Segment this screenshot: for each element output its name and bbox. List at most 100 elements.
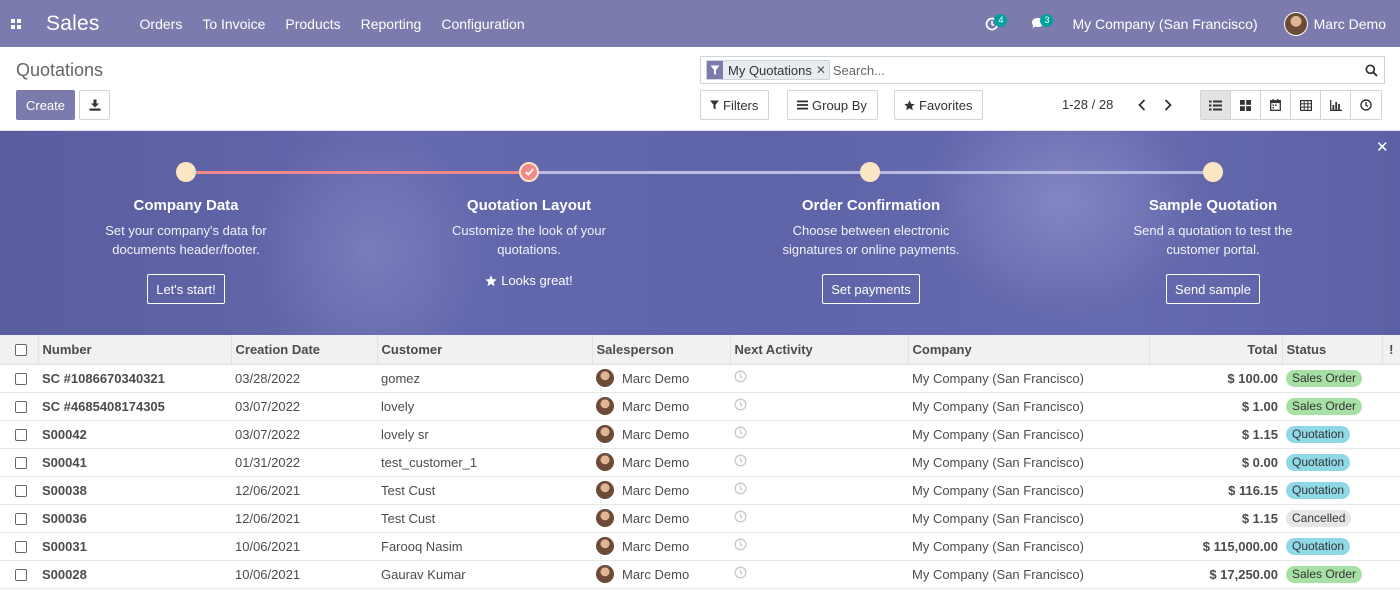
salesperson-name: Marc Demo [622,454,690,470]
row-checkbox[interactable] [15,541,27,554]
cell-company: My Company (San Francisco) [908,392,1149,421]
column-customer[interactable]: Customer [377,335,593,365]
table-row[interactable]: SC #4685408174305 03/07/2022 lovely Marc De… [0,392,1400,421]
cell-total: $ 100.00 [1149,364,1282,393]
row-select-cell [0,392,38,421]
search-input[interactable] [829,58,1358,82]
pager-previous-button[interactable] [1132,94,1152,116]
menu-products[interactable]: Products [275,0,350,47]
clock-icon[interactable] [734,398,747,411]
favorites-button[interactable]: Favorites [894,90,984,120]
pager-next-button[interactable] [1158,94,1178,116]
step-desc-line: quotations. [497,242,561,257]
optional-columns-toggle[interactable]: ! [1382,335,1400,365]
row-checkbox[interactable] [15,429,27,442]
filters-button[interactable]: Filters [700,90,770,120]
control-panel: Quotations Create My Quotations ✕ Filter… [0,47,1400,131]
facet-remove-icon[interactable]: ✕ [816,63,829,77]
cell-customer: Farooq Nasim [377,532,592,561]
column-salesperson[interactable]: Salesperson [592,335,731,365]
clock-icon[interactable] [734,510,747,523]
export-button[interactable] [79,90,110,120]
column-creation-date[interactable]: Creation Date [231,335,378,365]
set-payments-button[interactable]: Set payments [822,274,920,304]
select-all-checkbox[interactable] [14,344,27,357]
table-row[interactable]: S00036 12/06/2021 Test Cust Marc Demo My Com… [0,504,1400,533]
step-sample-quotation: Sample Quotation Send a quotation to tes… [1073,197,1353,304]
menu-reporting[interactable]: Reporting [351,0,432,47]
clock-icon[interactable] [734,482,747,495]
page-title: Quotations [16,60,104,80]
cell-total: $ 1.00 [1149,392,1282,421]
close-icon[interactable]: ✕ [1376,138,1389,156]
messaging-menu[interactable]: 3 [1026,0,1054,47]
row-select-cell [0,504,38,533]
filter-icon [710,100,719,110]
user-menu[interactable]: Marc Demo [1283,11,1386,36]
cell-salesperson: Marc Demo [592,532,730,561]
cell-total: $ 0.00 [1149,448,1282,477]
salesperson-name: Marc Demo [622,370,690,386]
column-next-activity[interactable]: Next Activity [730,335,909,365]
table-row[interactable]: S00042 03/07/2022 lovely sr Marc Demo My Com… [0,420,1400,449]
cell-salesperson: Marc Demo [592,448,730,477]
column-number[interactable]: Number [38,335,232,365]
step-desc-line: signatures or online payments. [782,242,960,257]
menu-orders[interactable]: Orders [130,0,193,47]
pager-value[interactable]: 1-28 / 28 [1062,97,1113,112]
cell-status: Quotation [1282,420,1382,449]
cell-number: S00028 [38,560,231,589]
row-checkbox[interactable] [15,457,27,470]
table-row[interactable]: S00041 01/31/2022 test_customer_1 Marc Demo… [0,448,1400,477]
menu-to-invoice[interactable]: To Invoice [192,0,275,47]
row-checkbox[interactable] [15,513,27,526]
cell-number: S00041 [38,448,231,477]
search-icon[interactable] [1358,57,1384,83]
pivot-view-button[interactable] [1291,91,1321,119]
cell-creation-date: 12/06/2021 [231,476,377,505]
row-checkbox[interactable] [15,485,27,498]
row-checkbox[interactable] [15,401,27,414]
kanban-view-button[interactable] [1231,91,1261,119]
row-select-cell [0,448,38,477]
salesperson-name: Marc Demo [622,510,690,526]
cell-status: Cancelled [1282,504,1382,533]
clock-icon[interactable] [734,538,747,551]
clock-icon[interactable] [734,370,747,383]
table-row[interactable]: S00028 10/06/2021 Gaurav Kumar Marc Demo My … [0,560,1400,589]
menu-configuration[interactable]: Configuration [431,0,534,47]
cell-total: $ 1.15 [1149,504,1282,533]
app-brand[interactable]: Sales [46,12,100,36]
cell-customer: lovely [377,392,592,421]
table-row[interactable]: S00038 12/06/2021 Test Cust Marc Demo My Com… [0,476,1400,505]
activity-view-button[interactable] [1351,91,1381,119]
list-view-button[interactable] [1201,91,1231,119]
step-done-status: Looks great! [389,273,669,288]
create-button[interactable]: Create [16,90,75,120]
column-total[interactable]: Total [1149,335,1283,365]
view-switcher [1200,90,1382,120]
cell-creation-date: 12/06/2021 [231,504,377,533]
table-body: SC #1086670340321 03/28/2022 gomez Marc Dem… [0,364,1400,589]
group-by-button[interactable]: Group By [787,90,878,120]
company-switcher[interactable]: My Company (San Francisco) [1072,16,1257,32]
column-status[interactable]: Status [1282,335,1383,365]
table-row[interactable]: SC #1086670340321 03/28/2022 gomez Marc Dem… [0,364,1400,393]
salesperson-name: Marc Demo [622,482,690,498]
salesperson-name: Marc Demo [622,566,690,582]
column-company[interactable]: Company [908,335,1150,365]
select-all-cell [0,335,39,365]
clock-icon[interactable] [734,454,747,467]
send-sample-button[interactable]: Send sample [1166,274,1260,304]
apps-grid-icon[interactable] [1,0,31,47]
table-row[interactable]: S00031 10/06/2021 Farooq Nasim Marc Demo My … [0,532,1400,561]
calendar-view-button[interactable] [1261,91,1291,119]
status-badge: Sales Order [1286,397,1363,415]
clock-icon[interactable] [734,566,747,579]
clock-icon[interactable] [734,426,747,439]
graph-view-button[interactable] [1321,91,1351,119]
lets-start-button[interactable]: Let's start! [147,274,225,304]
activity-menu[interactable]: 4 [980,0,1008,47]
row-checkbox[interactable] [15,569,27,582]
row-checkbox[interactable] [15,373,27,386]
